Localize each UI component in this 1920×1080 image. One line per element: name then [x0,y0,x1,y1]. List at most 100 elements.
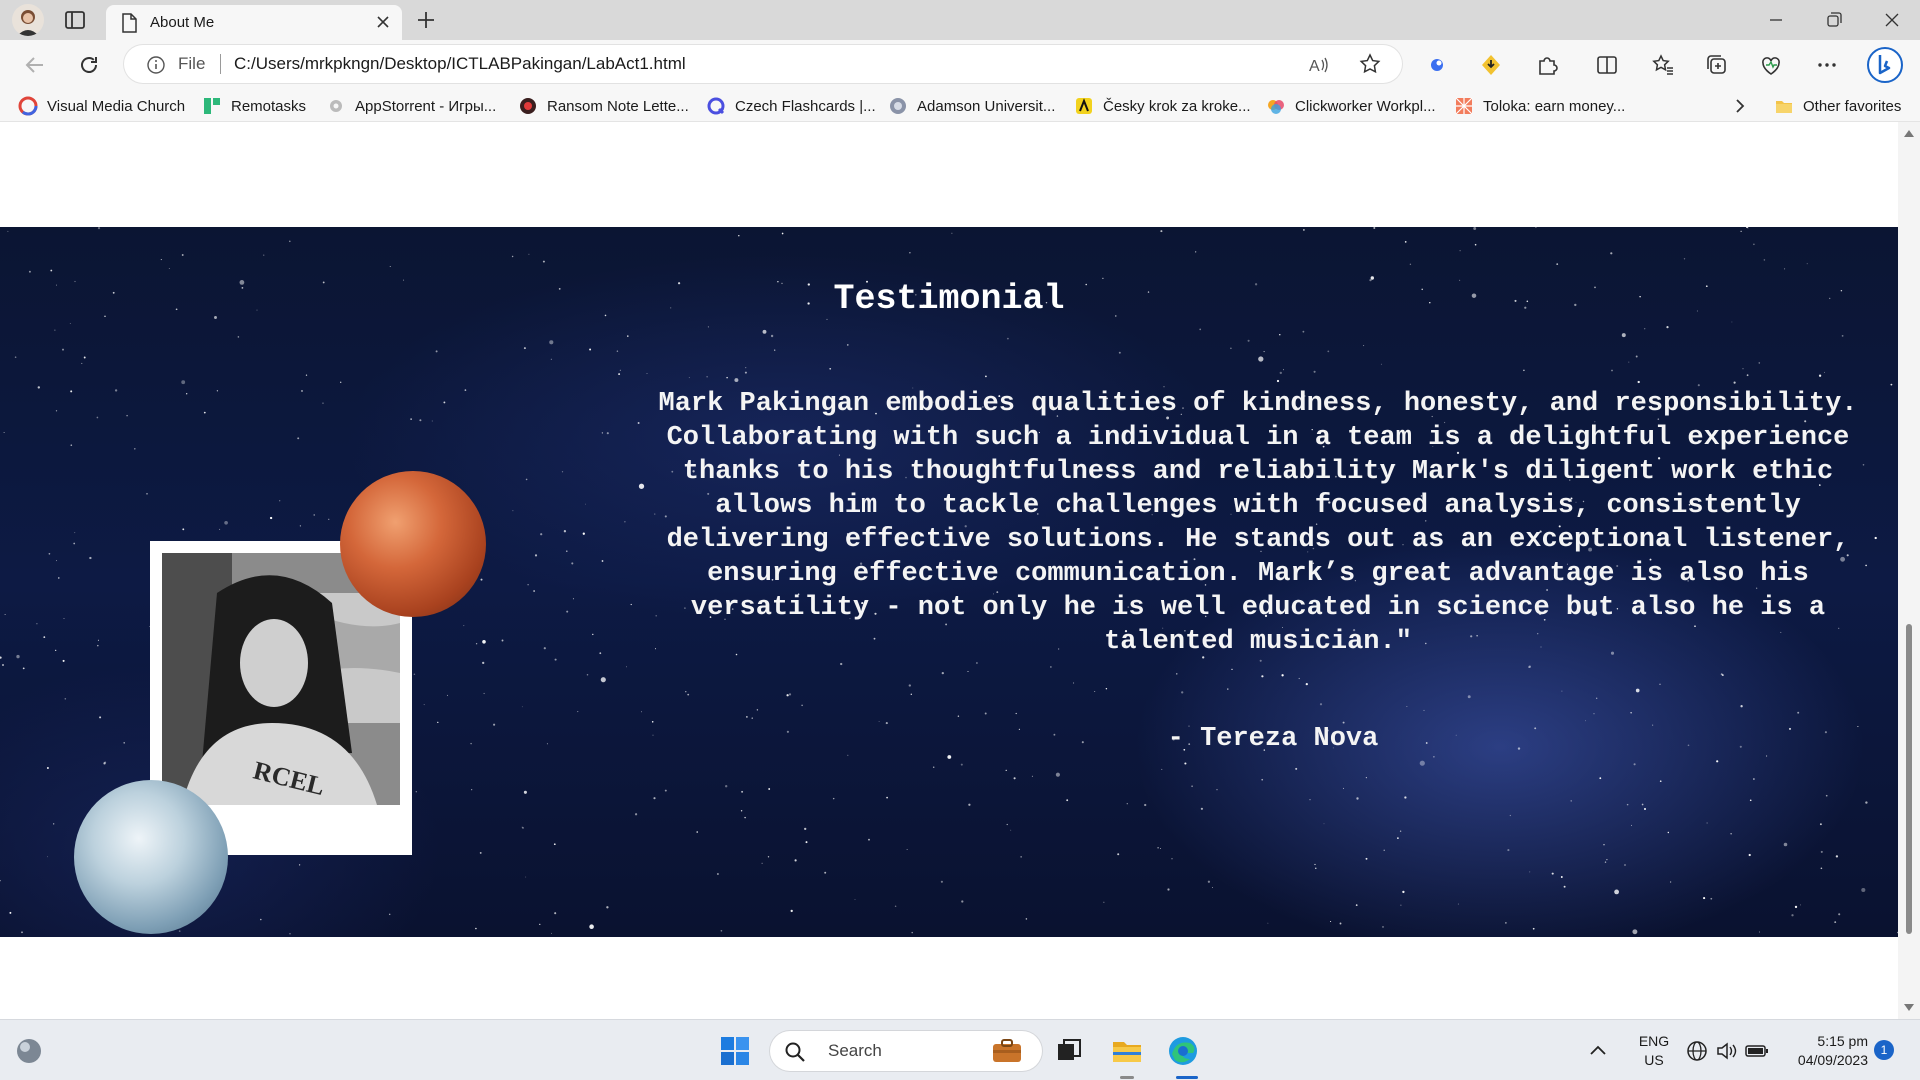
star [1303,229,1305,231]
star [1703,897,1706,900]
refresh-icon[interactable] [76,52,102,78]
restore-icon[interactable] [1820,6,1848,34]
chevron-up-icon[interactable] [1586,1034,1610,1068]
page-scrollbar[interactable] [1898,122,1920,1019]
clock[interactable]: 5:15 pm 04/09/2023 [1778,1032,1868,1070]
star [1176,673,1178,675]
star [1031,775,1033,777]
star [1467,695,1471,699]
star [480,578,483,581]
star [437,721,439,724]
file-explorer-icon[interactable] [1110,1034,1144,1068]
more-options-icon[interactable] [1814,52,1840,78]
volume-icon[interactable] [1714,1034,1740,1068]
read-aloud-icon[interactable]: A [1306,53,1330,77]
star [1356,797,1359,800]
star [910,693,912,695]
star [279,500,281,502]
favorite-czech-flashcards[interactable]: Czech Flashcards |... [706,95,876,117]
favorite-visual-media-church[interactable]: Visual Media Church [18,95,185,117]
star [909,252,911,254]
star [1339,922,1342,925]
back-arrow-icon[interactable] [22,52,48,78]
battery-icon[interactable] [1744,1034,1770,1068]
tab-about-me[interactable]: About Me [106,5,402,40]
star [1319,703,1323,706]
split-screen-icon[interactable] [1594,52,1620,78]
star [146,492,148,495]
scroll-down-arrow-icon[interactable] [1903,1003,1915,1013]
profile-avatar[interactable] [12,4,44,36]
star [947,755,952,759]
extension-blue-icon[interactable] [1424,52,1450,78]
star [638,483,645,489]
star [688,377,690,379]
task-view-icon[interactable] [1052,1034,1086,1068]
edge-browser-icon[interactable] [1166,1034,1200,1068]
workspaces-icon[interactable] [64,9,86,31]
browser-essentials-icon[interactable] [1758,52,1784,78]
favorite-cesky-krok[interactable]: Česky krok za kroke... [1074,95,1251,117]
scrollbar-thumb[interactable] [1906,624,1912,934]
appstorrent-icon [330,100,342,112]
favorite-remotasks[interactable]: Remotasks [202,95,306,117]
star [1535,227,1537,228]
star [168,268,170,269]
star [940,880,943,883]
new-tab-icon[interactable] [414,8,438,32]
close-icon[interactable] [374,13,392,31]
taskbar-search[interactable]: Search [770,1031,1042,1071]
favorite-adamson[interactable]: Adamson Universit... [888,95,1055,117]
star [89,556,92,560]
star [1644,328,1646,330]
star [1626,803,1629,806]
star [637,422,640,424]
star [1731,321,1733,323]
address-separator [220,54,221,74]
favorite-appstorrent[interactable]: AppStorrent - Игры... [326,95,496,117]
notification-badge[interactable]: 1 [1874,1040,1894,1060]
star [546,743,548,745]
star [1380,363,1382,365]
explorer-running-indicator [1120,1076,1134,1079]
weather-widget-icon[interactable] [12,1034,46,1068]
info-icon[interactable] [146,55,166,75]
favorites-icon[interactable] [1650,52,1676,78]
star [577,711,579,713]
star [74,532,76,534]
favorite-clickworker[interactable]: Clickworker Workpl... [1266,95,1436,117]
minimize-icon[interactable] [1762,6,1790,34]
close-window-icon[interactable] [1878,6,1906,34]
chevron-right-icon[interactable] [1730,96,1750,116]
address-url[interactable]: C:/Users/mrkpkngn/Desktop/ICTLABPakingan… [234,54,686,74]
favorite-toloka[interactable]: Toloka: earn money... [1454,95,1625,117]
network-globe-icon[interactable] [1684,1034,1710,1068]
address-bar[interactable]: File C:/Users/mrkpkngn/Desktop/ICTLABPak… [124,45,1402,83]
star [746,716,748,718]
scroll-up-arrow-icon[interactable] [1903,128,1915,138]
star [523,347,526,350]
extension-yellow-icon[interactable] [1478,52,1504,78]
star [1066,799,1069,802]
favorite-ransom-note[interactable]: Ransom Note Lette... [518,95,689,117]
star [1247,339,1250,342]
copilot-bing-icon[interactable] [1866,46,1904,84]
collections-icon[interactable] [1704,52,1730,78]
star [9,911,12,914]
windows-start-icon[interactable] [718,1034,752,1068]
favorite-star-icon[interactable] [1358,52,1382,76]
star [523,790,527,794]
remotasks-icon [204,98,220,114]
star [616,350,619,352]
star [1283,369,1284,371]
star [533,590,535,592]
language-indicator[interactable]: ENG US [1636,1032,1672,1070]
star [0,880,1,882]
star [551,932,552,934]
extensions-puzzle-icon[interactable] [1534,52,1560,78]
favorite-other-favorites[interactable]: Other favorites [1774,95,1901,117]
star [1302,330,1305,333]
star [1733,381,1736,384]
star [846,344,849,346]
star [630,603,632,606]
